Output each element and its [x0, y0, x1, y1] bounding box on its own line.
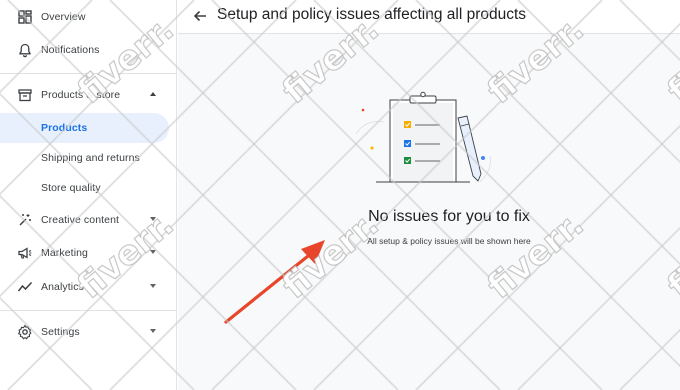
empty-state-subtitle: All setup & policy issues will be shown …	[367, 236, 531, 246]
overview-icon	[18, 10, 32, 24]
sidebar-divider	[0, 310, 177, 311]
nav-shipping-returns-label: Shipping and returns	[41, 152, 140, 164]
chevron-down-icon	[150, 284, 156, 288]
nav-creative-content-label: Creative content	[41, 214, 120, 226]
clipboard-illustration	[355, 91, 491, 183]
nav-creative-content[interactable]: Creative content	[0, 205, 177, 235]
nav-overview[interactable]: Overview	[0, 2, 177, 32]
empty-state-title: No issues for you to fix	[368, 208, 530, 225]
creative-icon	[19, 214, 31, 226]
store-icon	[18, 89, 32, 102]
nav-settings[interactable]: Settings	[0, 317, 177, 347]
nav-store-quality-label: Store quality	[41, 182, 101, 194]
bell-icon	[19, 43, 31, 58]
back-arrow-icon[interactable]	[191, 7, 209, 25]
main-content: Setup and policy issues affecting all pr…	[178, 0, 680, 390]
chevron-down-icon	[150, 329, 156, 333]
chevron-down-icon	[150, 217, 156, 221]
chevron-up-icon	[150, 92, 156, 96]
analytics-icon	[17, 281, 33, 292]
nav-settings-label: Settings	[41, 326, 80, 338]
megaphone-icon	[18, 247, 32, 259]
page-title: Setup and policy issues affecting all pr…	[217, 6, 527, 23]
gear-icon	[17, 324, 32, 340]
nav-products-store-label: Products & store	[41, 89, 121, 101]
nav-analytics[interactable]: Analytics	[0, 272, 177, 302]
nav-notifications-label: Notifications	[41, 44, 100, 56]
nav-products-label: Products	[41, 122, 88, 134]
chevron-down-icon	[150, 250, 156, 254]
nav-notifications[interactable]: Notifications	[0, 35, 177, 65]
sidebar-divider	[0, 73, 177, 74]
sidebar: Overview Notifications Products & store …	[0, 0, 177, 390]
nav-shipping-returns[interactable]: Shipping and returns	[0, 143, 177, 173]
nav-store-quality[interactable]: Store quality	[0, 173, 177, 203]
nav-marketing[interactable]: Marketing	[0, 238, 177, 268]
page-header: Setup and policy issues affecting all pr…	[178, 0, 680, 34]
nav-analytics-label: Analytics	[41, 281, 84, 293]
nav-overview-label: Overview	[41, 11, 86, 23]
nav-products[interactable]: Products	[0, 113, 169, 143]
nav-marketing-label: Marketing	[41, 247, 89, 259]
nav-products-store[interactable]: Products & store	[0, 80, 177, 110]
